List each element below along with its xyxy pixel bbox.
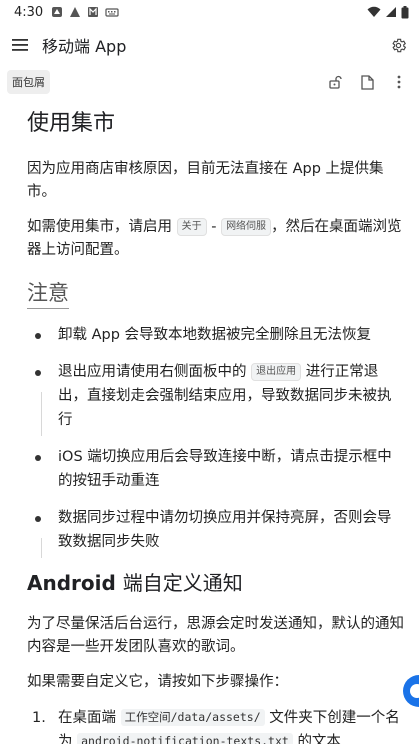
step-text: 在桌面端 — [58, 710, 116, 726]
document-icon — [360, 74, 374, 90]
section-title-bold: Android — [27, 571, 116, 595]
list-item: 退出应用请使用右侧面板中的 退出应用 进行正常退出，直接划走会强制结束应用，导致… — [27, 360, 405, 436]
paragraph: 如果需要自定义它，请按如下步骤操作： — [27, 674, 288, 690]
app-m-icon — [88, 7, 99, 17]
note-list: 卸载 App 会导致本地数据被完全删除且无法恢复 退出应用请使用右侧面板中的 退… — [27, 323, 405, 558]
app-title: 移动端 App — [42, 37, 127, 56]
wifi-icon — [367, 6, 381, 17]
text: 如需使用集市，请启用 — [27, 219, 172, 235]
settings-button[interactable] — [385, 32, 411, 58]
note-heading: 注意 — [27, 278, 69, 309]
paragraph: 为了尽量保活后台运行，思源会定时发送通知，默认的通知内容是一些开发团队喜欢的歌词… — [27, 616, 404, 655]
list-item: 卸载 App 会导致本地数据被完全删除且无法恢复 — [27, 323, 405, 347]
signal-icon — [386, 7, 396, 17]
notification-icon — [52, 7, 63, 17]
unlock-icon — [329, 75, 342, 89]
breadcrumb-row: 面包屑 — [0, 68, 419, 96]
step-text: 的文本 — [297, 734, 341, 744]
list-item-text: 退出应用请使用右侧面板中的 — [58, 364, 247, 380]
list-item-text: 数据同步过程中请勿切换应用并保持亮屏，否则会导致数据同步失败 — [58, 510, 392, 550]
inline-code: android-notification-texts.txt — [77, 733, 293, 744]
floating-assist-button[interactable] — [403, 675, 419, 707]
section-title: Android 端自定义通知 — [27, 567, 405, 599]
text: - — [211, 219, 217, 235]
document-button[interactable] — [357, 72, 377, 92]
app-bar: 移动端 App — [0, 26, 419, 64]
battery-icon — [401, 5, 409, 18]
breadcrumb[interactable]: 面包屑 — [7, 70, 50, 94]
paragraph: 因为应用商店审核原因，目前无法直接在 App 上提供集市。 — [27, 161, 384, 200]
step-list: 1. 在桌面端 工作空间/data/assets/ 文件夹下创建一个名为 andr… — [27, 706, 405, 744]
list-item: 1. 在桌面端 工作空间/data/assets/ 文件夹下创建一个名为 andr… — [27, 706, 405, 744]
step-number: 1. — [32, 710, 46, 726]
gear-icon — [391, 38, 406, 52]
unlock-button[interactable] — [325, 72, 345, 92]
network-serve-chip: 网络伺服 — [221, 218, 272, 236]
menu-button[interactable] — [0, 26, 40, 64]
doc-title: 使用集市 — [27, 111, 116, 136]
document-content: 使用集市 因为应用商店审核原因，目前无法直接在 App 上提供集市。 如需使用集… — [27, 104, 405, 744]
about-chip: 关于 — [176, 218, 207, 236]
status-bar: 4:30 — [0, 0, 419, 24]
status-time: 4:30 — [14, 4, 44, 20]
list-item: iOS 端切换应用后会导致连接中断，请点击提示框中的按钮手动重连 — [27, 445, 405, 493]
list-item-text: 卸载 App 会导致本地数据被完全删除且无法恢复 — [58, 327, 372, 343]
assist-icon — [410, 684, 419, 698]
doc-toolbar — [325, 72, 409, 92]
more-vertical-icon — [397, 75, 401, 89]
status-left-icons — [51, 6, 119, 18]
more-button[interactable] — [389, 72, 409, 92]
section-title-rest: 端自定义通知 — [122, 571, 243, 595]
list-item: 数据同步过程中请勿切换应用并保持亮屏，否则会导致数据同步失败 — [27, 506, 405, 558]
hamburger-menu-icon — [12, 39, 28, 51]
list-item-text: iOS 端切换应用后会导致连接中断，请点击提示框中的按钮手动重连 — [58, 449, 392, 489]
inline-code: 工作空间/data/assets/ — [120, 709, 265, 726]
exit-app-chip: 退出应用 — [251, 363, 302, 381]
keyboard-icon — [105, 8, 119, 17]
app-a-icon — [70, 7, 81, 17]
status-right-icons — [367, 5, 409, 19]
paragraph: 如需使用集市，请启用 关于 - 网络伺服 ，然后在桌面端浏览器上访问配置。 — [27, 216, 405, 262]
